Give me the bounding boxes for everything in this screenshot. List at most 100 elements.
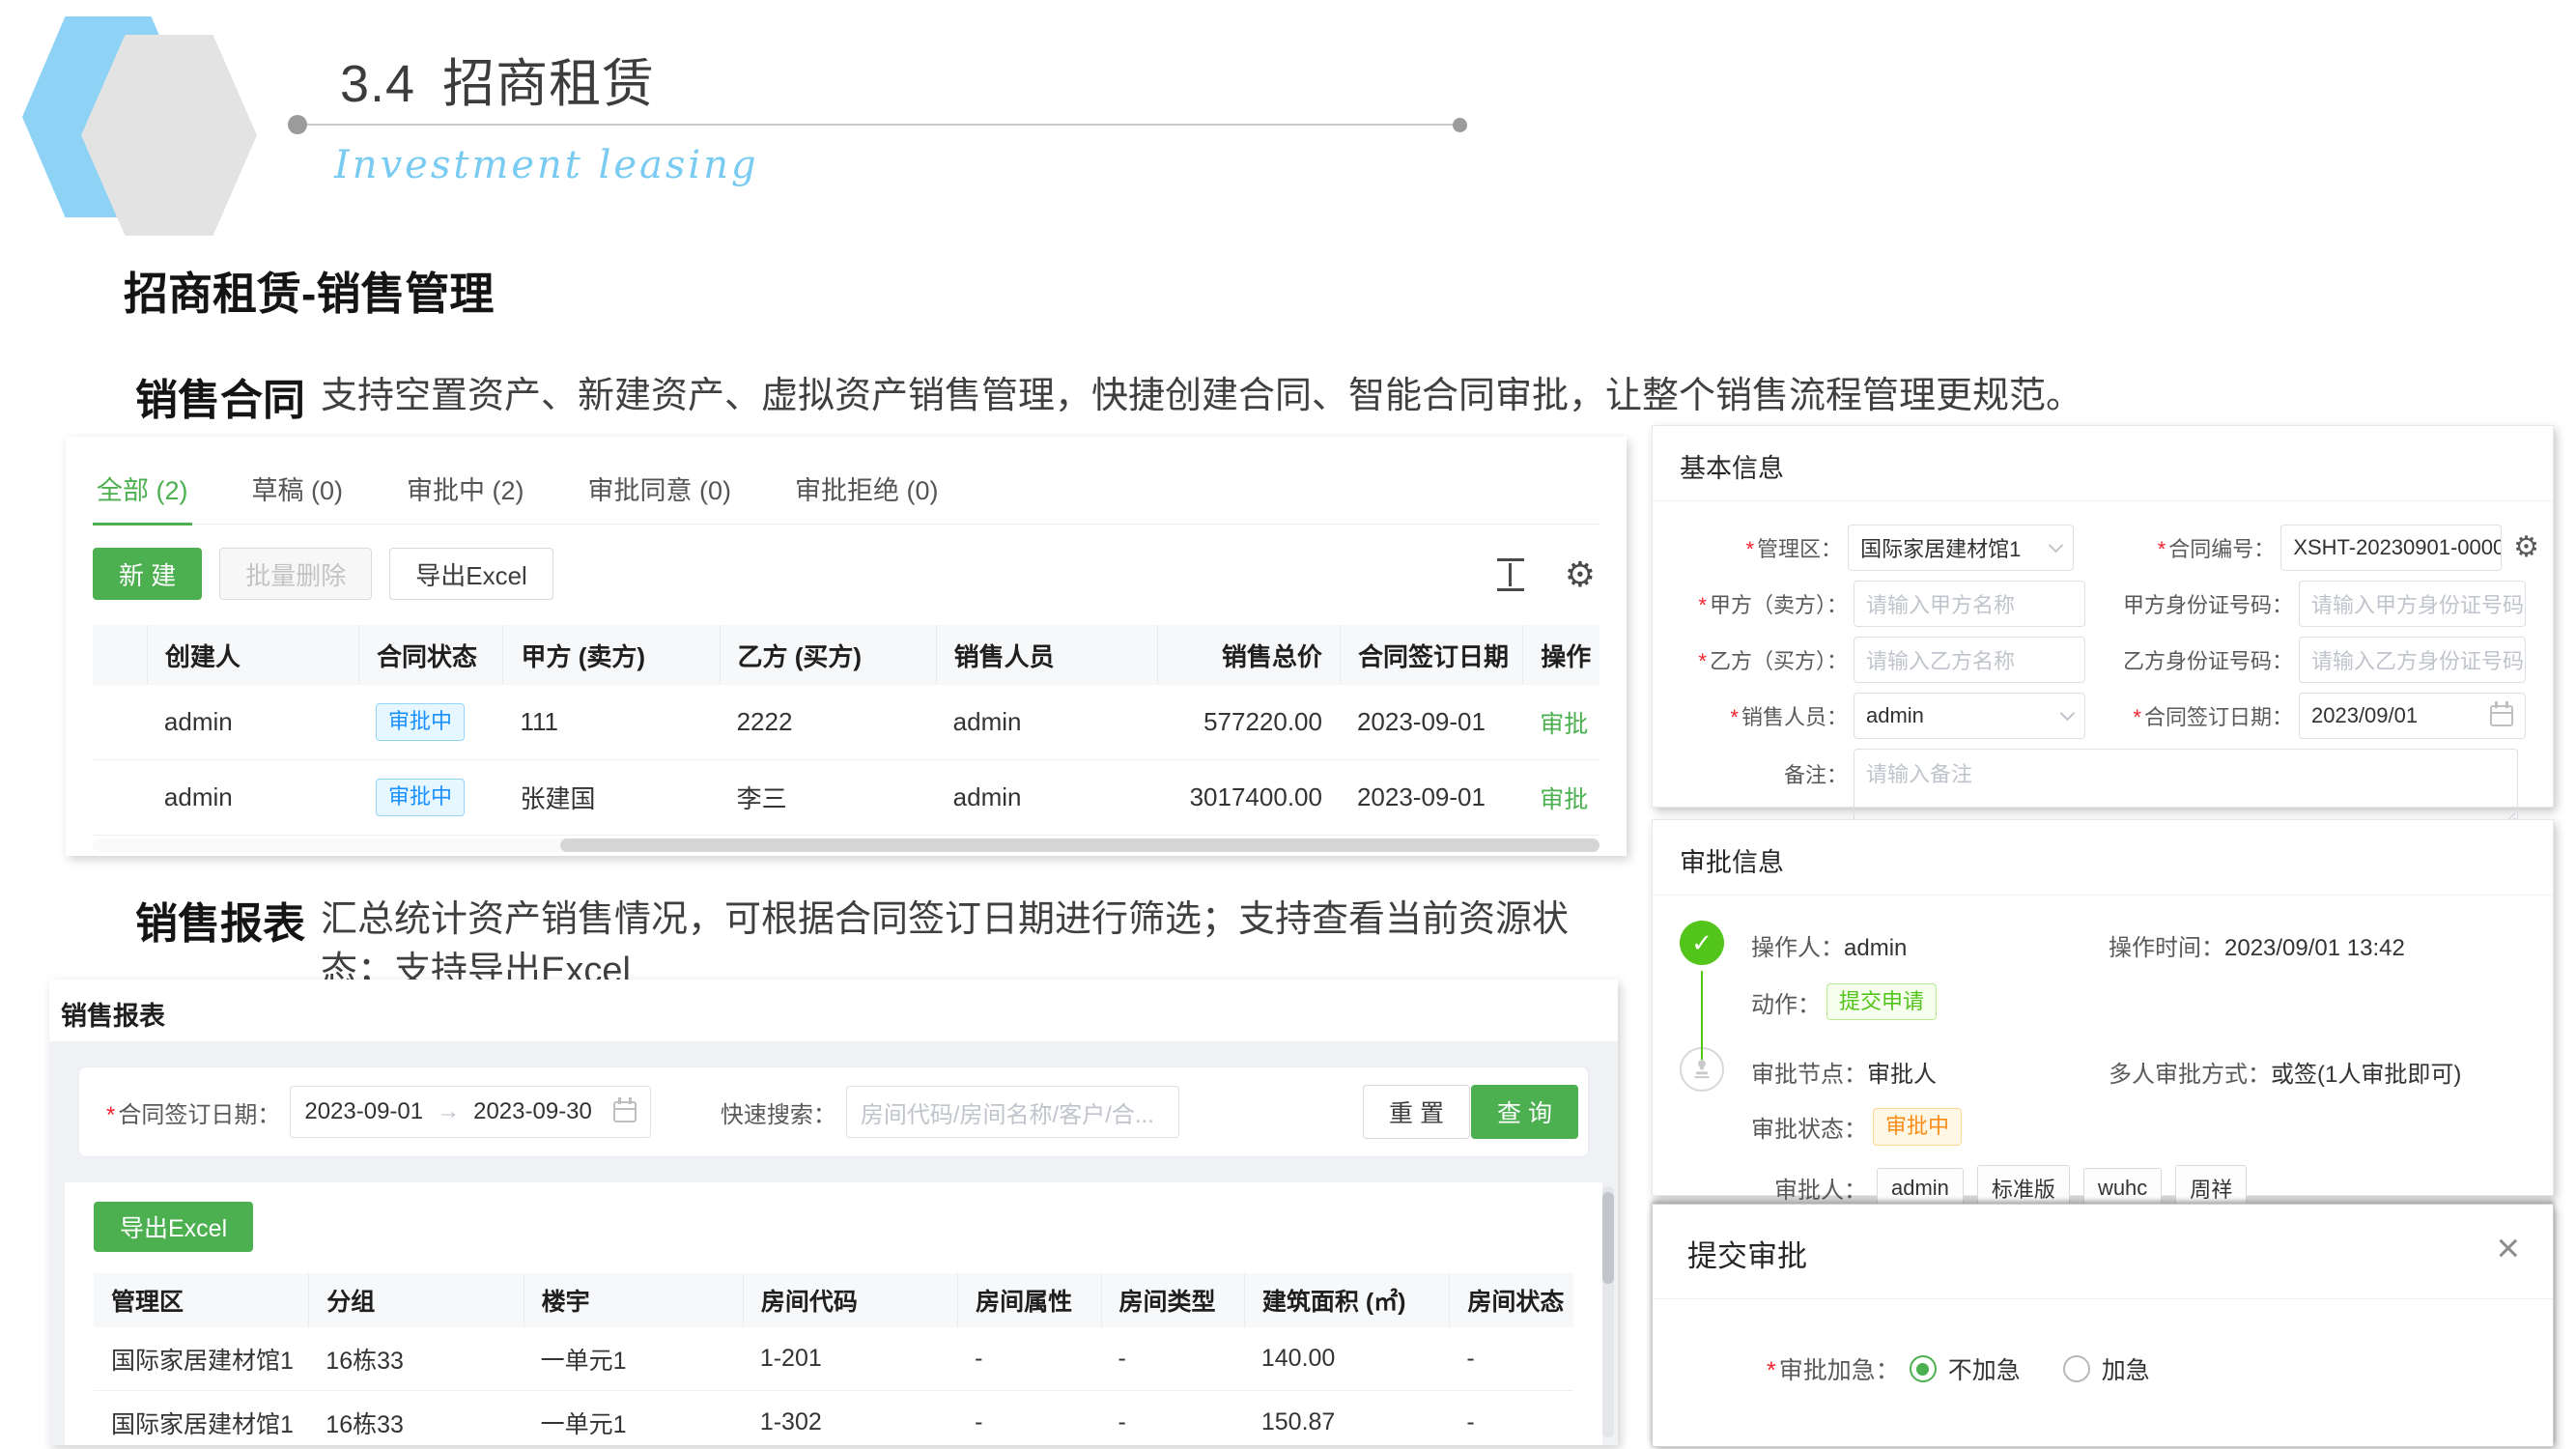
date-end[interactable]: 2023-09-30 xyxy=(473,1098,592,1125)
close-icon[interactable]: × xyxy=(2496,1228,2520,1268)
party-a-input[interactable]: 请输入甲方名称 xyxy=(1854,581,2085,627)
quick-search-label: 快速搜索： xyxy=(721,1095,836,1129)
approvers-label: 审批人： xyxy=(1751,1171,1867,1205)
reset-button[interactable]: 重 置 xyxy=(1363,1085,1470,1139)
contract-tabs: 全部 (2) 草稿 (0) 审批中 (2) 审批同意 (0) 审批拒绝 (0) xyxy=(93,464,1599,525)
party-a-id-input[interactable]: 请输入甲方身份证号码 xyxy=(2299,581,2526,627)
table-row[interactable]: 国际家居建材馆1 16栋33 一单元1 1-201 - - 140.00 - xyxy=(94,1327,1573,1391)
create-button[interactable]: 新 建 xyxy=(93,548,202,600)
report-intro-title: 销售报表 xyxy=(135,889,305,951)
column-header: 建筑面积 (㎡) xyxy=(1244,1273,1449,1327)
horizontal-scrollbar[interactable] xyxy=(93,838,1599,852)
approve-link[interactable]: 审批 xyxy=(1540,781,1588,815)
basic-info-title: 基本信息 xyxy=(1653,426,2553,500)
row-select-cell xyxy=(93,760,147,835)
operate-time-value: 2023/09/01 13:42 xyxy=(2224,935,2405,961)
quick-search-input[interactable]: 房间代码/房间名称/客户/合... xyxy=(846,1086,1179,1138)
batch-delete-button[interactable]: 批量删除 xyxy=(219,548,372,600)
salesperson-cell: admin xyxy=(936,760,1157,835)
cell: - xyxy=(1101,1327,1244,1390)
submit-approval-dialog: 提交审批 × *审批加急： 不加急 加急 xyxy=(1652,1204,2554,1447)
approve-link[interactable]: 审批 xyxy=(1540,705,1588,740)
management-area-select[interactable]: 国际家居建材馆1 xyxy=(1848,525,2074,571)
report-table-card: 导出Excel 管理区 分组 楼宇 房间代码 房间属性 房间类型 建筑面积 (㎡… xyxy=(65,1182,1602,1445)
status-cell: 审批中 xyxy=(358,685,502,759)
report-export-excel-button[interactable]: 导出Excel xyxy=(94,1202,253,1252)
export-excel-button[interactable]: 导出Excel xyxy=(389,548,553,600)
cell: 1-302 xyxy=(743,1391,957,1445)
report-filter-bar: *合同签订日期： 2023-09-01 → 2023-09-30 快速搜索： 房… xyxy=(78,1066,1589,1157)
cell: 16栋33 xyxy=(308,1327,523,1390)
radio-option-not-urgent[interactable]: 不加急 xyxy=(1910,1351,2021,1386)
salesperson-cell: admin xyxy=(936,685,1157,759)
sales-report-panel: 销售报表 *合同签订日期： 2023-09-01 → 2023-09-30 快速… xyxy=(49,980,1618,1445)
column-header: 创建人 xyxy=(147,625,358,685)
date-range-picker[interactable]: 2023-09-01 → 2023-09-30 xyxy=(290,1086,651,1138)
section-title-text: 招商租赁 xyxy=(442,55,655,113)
contract-intro-desc: 支持空置资产、新建资产、虚拟资产销售管理，快捷创建合同、智能合同审批，让整个销售… xyxy=(321,371,2233,422)
cell: - xyxy=(957,1327,1100,1390)
date-start[interactable]: 2023-09-01 xyxy=(304,1098,423,1125)
calendar-icon xyxy=(2490,705,2513,726)
tab-all[interactable]: 全部 (2) xyxy=(93,464,192,526)
radio-unselected-icon[interactable] xyxy=(2063,1355,2090,1382)
cell: 150.87 xyxy=(1244,1391,1449,1445)
select-column-header xyxy=(93,625,147,685)
remark-label: 备注： xyxy=(1655,758,1848,789)
party-b-cell: 李三 xyxy=(720,760,936,835)
sign-date-label: *合同签订日期： xyxy=(2085,700,2293,731)
approver-tag: wuhc xyxy=(2083,1168,2162,1208)
contract-table: 创建人 合同状态 甲方 (卖方) 乙方 (买方) 销售人员 销售总价 合同签订日… xyxy=(93,625,1599,836)
sign-date-cell: 2023-09-01 xyxy=(1340,685,1522,759)
party-a-label: *甲方（卖方）： xyxy=(1655,588,1848,619)
tab-rejected[interactable]: 审批拒绝 (0) xyxy=(791,464,943,524)
table-row[interactable]: 国际家居建材馆1 16栋33 一单元1 1-302 - - 150.87 - xyxy=(94,1391,1573,1445)
remark-textarea[interactable]: 请输入备注 xyxy=(1854,749,2518,828)
column-header: 房间属性 xyxy=(957,1273,1100,1327)
radio-label: 不加急 xyxy=(1948,1351,2021,1386)
contract-no-settings-icon[interactable]: ⚙ xyxy=(2513,533,2539,562)
approval-step-1: ✓ 操作人：admin 操作时间：2023/09/01 13:42 动作： 提交… xyxy=(1680,921,2526,1020)
sign-date-picker[interactable]: 2023/09/01 xyxy=(2299,693,2526,739)
check-circle-icon: ✓ xyxy=(1680,921,1724,965)
cell: - xyxy=(1101,1391,1244,1445)
scrollbar-thumb[interactable] xyxy=(1602,1192,1614,1284)
tab-draft[interactable]: 草稿 (0) xyxy=(248,464,348,524)
party-b-id-label: 乙方身份证号码： xyxy=(2085,644,2293,675)
party-a-cell: 张建国 xyxy=(502,760,719,835)
party-b-id-input[interactable]: 请输入乙方身份证号码 xyxy=(2299,637,2526,683)
table-row[interactable]: admin 审批中 111 2222 admin 577220.00 2023-… xyxy=(93,685,1599,760)
column-header: 合同签订日期 xyxy=(1340,625,1522,685)
approval-node-value: 审批人 xyxy=(1867,1062,1937,1088)
tab-approved[interactable]: 审批同意 (0) xyxy=(584,464,736,524)
timeline-connector xyxy=(1701,971,1703,1060)
total-price-cell: 577220.00 xyxy=(1157,685,1340,759)
salesperson-select[interactable]: admin xyxy=(1854,693,2085,739)
cell: 国际家居建材馆1 xyxy=(94,1327,308,1390)
action-cell: 审批 xyxy=(1522,760,1599,835)
query-button[interactable]: 查 询 xyxy=(1471,1085,1578,1139)
multi-approval-mode-value: 或签(1人审批即可) xyxy=(2271,1062,2461,1088)
vertical-scrollbar[interactable] xyxy=(1602,1186,1614,1437)
contract-no-input[interactable]: XSHT-20230901-00000002 xyxy=(2280,525,2502,571)
salesperson-label: *销售人员： xyxy=(1655,700,1848,731)
row-select-cell xyxy=(93,685,147,759)
party-b-label: *乙方（买方）： xyxy=(1655,644,1848,675)
row-height-icon[interactable] xyxy=(1497,558,1524,591)
cell: - xyxy=(957,1391,1100,1445)
tab-approving[interactable]: 审批中 (2) xyxy=(403,464,528,524)
gear-icon[interactable]: ⚙ xyxy=(1565,557,1596,592)
radio-option-urgent[interactable]: 加急 xyxy=(2063,1351,2150,1386)
party-b-input[interactable]: 请输入乙方名称 xyxy=(1854,637,2085,683)
approval-status-badge: 审批中 xyxy=(1873,1108,1962,1145)
radio-selected-icon[interactable] xyxy=(1910,1355,1937,1382)
creator-cell: admin xyxy=(147,685,358,759)
section-number: 3.4 xyxy=(340,55,415,113)
operator-value: admin xyxy=(1844,935,1907,961)
column-header: 楼宇 xyxy=(524,1273,743,1327)
cell: 140.00 xyxy=(1244,1327,1449,1390)
dialog-title: 提交审批 xyxy=(1653,1205,2553,1298)
table-row[interactable]: admin 审批中 张建国 李三 admin 3017400.00 2023-0… xyxy=(93,760,1599,836)
scrollbar-thumb[interactable] xyxy=(560,838,1599,852)
cell: 国际家居建材馆1 xyxy=(94,1391,308,1445)
